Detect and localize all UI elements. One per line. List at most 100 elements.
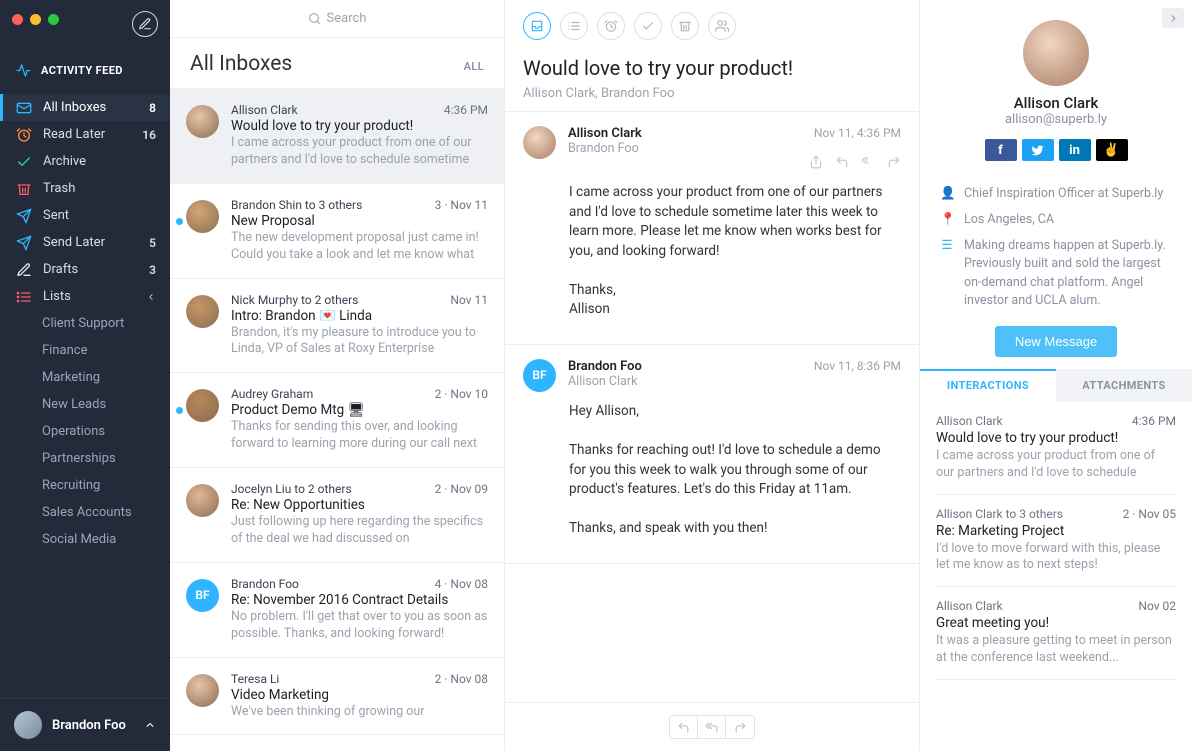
share-icon[interactable] <box>809 155 823 173</box>
reply-icon[interactable] <box>835 155 849 173</box>
pin-icon: 📍 <box>940 211 954 229</box>
threads-list[interactable]: Allison Clark4:36 PMWould love to try yo… <box>170 89 504 751</box>
activity-feed-link[interactable]: ACTIVITY FEED <box>0 35 170 94</box>
interaction-item[interactable]: Allison Clark4:36 PMWould love to try yo… <box>936 402 1176 495</box>
mail-icon <box>16 100 32 116</box>
angel-icon[interactable]: ✌ <box>1096 139 1128 161</box>
close-icon[interactable] <box>12 14 23 25</box>
reply-all-icon[interactable] <box>861 155 875 173</box>
list-partnerships[interactable]: Partnerships <box>0 445 170 472</box>
clock-icon <box>16 127 32 143</box>
list-finance[interactable]: Finance <box>0 337 170 364</box>
people-icon[interactable] <box>708 12 736 40</box>
message-item: BFBrandon FooAllison ClarkNov 11, 8:36 P… <box>505 345 919 564</box>
avatar <box>186 389 219 422</box>
tab-attachments[interactable]: ATTACHMENTS <box>1056 369 1192 402</box>
contact-email: allison@superb.ly <box>936 112 1176 127</box>
nav-read-later[interactable]: Read Later16 <box>0 121 170 148</box>
inbox-list-pane: Search All Inboxes ALL Allison Clark4:36… <box>170 0 505 751</box>
thread-item[interactable]: Allison Clark4:36 PMWould love to try yo… <box>170 89 504 184</box>
nav-all-inboxes[interactable]: All Inboxes8 <box>0 94 170 121</box>
trash-icon[interactable] <box>671 12 699 40</box>
check-icon <box>16 154 32 170</box>
contact-tabs: INTERACTIONS ATTACHMENTS <box>920 369 1192 402</box>
message-pane: Would love to try your product! Allison … <box>505 0 920 751</box>
interaction-item[interactable]: Allison ClarkNov 02Great meeting you!It … <box>936 587 1176 680</box>
list-social-media[interactable]: Social Media <box>0 526 170 553</box>
nav-sent[interactable]: Sent <box>0 202 170 229</box>
inbox-icon[interactable] <box>523 12 551 40</box>
list-marketing[interactable]: Marketing <box>0 364 170 391</box>
avatar: BF <box>523 359 556 392</box>
list-recruiting[interactable]: Recruiting <box>0 472 170 499</box>
nav-trash[interactable]: Trash <box>0 175 170 202</box>
reply-all-icon[interactable] <box>698 716 726 738</box>
interaction-item[interactable]: Allison Clark to 3 others2 · Nov 05Re: M… <box>936 495 1176 588</box>
avatar <box>186 200 219 233</box>
thread-item[interactable]: Teresa Li2 · Nov 08Video MarketingWe've … <box>170 658 504 736</box>
nav-list: All Inboxes8Read Later16ArchiveTrashSent… <box>0 94 170 310</box>
contact-profile: Allison Clark allison@superb.ly f in ✌ <box>920 0 1192 181</box>
zoom-icon[interactable] <box>48 14 59 25</box>
trash-icon <box>16 181 32 197</box>
message-participants: Allison Clark, Brandon Foo <box>523 86 901 101</box>
contact-bio-line: ☰Making dreams happen at Superb.ly. Prev… <box>920 233 1192 314</box>
thread-item[interactable]: Brandon Shin to 3 others3 · Nov 11New Pr… <box>170 184 504 279</box>
forward-icon[interactable] <box>887 155 901 173</box>
reply-icon[interactable] <box>670 716 698 738</box>
reply-bar <box>505 702 919 751</box>
user-avatar <box>14 711 42 739</box>
compose-button[interactable] <box>132 11 158 37</box>
facebook-icon[interactable]: f <box>985 139 1017 161</box>
message-item: Allison ClarkBrandon FooNov 11, 4:36 PMI… <box>505 112 919 345</box>
thread-item[interactable]: Audrey Graham2 · Nov 10Product Demo Mtg … <box>170 373 504 468</box>
twitter-icon[interactable] <box>1022 139 1054 161</box>
forward-icon[interactable] <box>726 716 754 738</box>
contact-name: Allison Clark <box>936 94 1176 112</box>
new-message-button[interactable]: New Message <box>995 326 1117 357</box>
social-links: f in ✌ <box>936 139 1176 161</box>
list-client-support[interactable]: Client Support <box>0 310 170 337</box>
search-input[interactable]: Search <box>170 0 504 38</box>
message-header: Would love to try your product! Allison … <box>505 52 919 112</box>
thread-item[interactable]: Nick Murphy to 2 othersNov 11Intro: Bran… <box>170 279 504 374</box>
thread-item[interactable]: BFBrandon Foo4 · Nov 08Re: November 2016… <box>170 563 504 658</box>
nav-send-later[interactable]: Send Later5 <box>0 229 170 256</box>
list-header: All Inboxes ALL <box>170 38 504 89</box>
minimize-icon[interactable] <box>30 14 41 25</box>
check-icon[interactable] <box>634 12 662 40</box>
avatar: BF <box>186 579 219 612</box>
filter-all[interactable]: ALL <box>464 60 484 73</box>
avatar <box>186 484 219 517</box>
avatar <box>186 295 219 328</box>
messages-list[interactable]: Allison ClarkBrandon FooNov 11, 4:36 PMI… <box>505 112 919 702</box>
list-sales-accounts[interactable]: Sales Accounts <box>0 499 170 526</box>
message-subject: Would love to try your product! <box>523 56 901 80</box>
nav-archive[interactable]: Archive <box>0 148 170 175</box>
nav-lists[interactable]: Lists <box>0 283 170 310</box>
list-title: All Inboxes <box>190 52 292 76</box>
user-name: Brandon Foo <box>52 718 126 733</box>
lists-icon <box>16 289 32 305</box>
send-icon <box>16 235 32 251</box>
list-icon[interactable] <box>560 12 588 40</box>
thread-item[interactable]: Jocelyn Liu to 2 others2 · Nov 09Re: New… <box>170 468 504 563</box>
message-toolbar <box>505 0 919 52</box>
avatar <box>186 105 219 138</box>
activity-feed-label: ACTIVITY FEED <box>41 64 123 77</box>
collapse-button[interactable] <box>1162 8 1184 28</box>
nav-drafts[interactable]: Drafts3 <box>0 256 170 283</box>
snooze-icon[interactable] <box>597 12 625 40</box>
list-operations[interactable]: Operations <box>0 418 170 445</box>
person-icon: 👤 <box>940 185 954 203</box>
interactions-list[interactable]: Allison Clark4:36 PMWould love to try yo… <box>920 402 1192 680</box>
tab-interactions[interactable]: INTERACTIONS <box>920 369 1056 402</box>
draft-icon <box>16 262 32 278</box>
text-icon: ☰ <box>940 237 954 310</box>
list-new-leads[interactable]: New Leads <box>0 391 170 418</box>
sidebar: ACTIVITY FEED All Inboxes8Read Later16Ar… <box>0 0 170 751</box>
user-footer[interactable]: Brandon Foo <box>0 698 170 751</box>
contact-pane: Allison Clark allison@superb.ly f in ✌ 👤… <box>920 0 1192 751</box>
linkedin-icon[interactable]: in <box>1059 139 1091 161</box>
search-placeholder: Search <box>327 11 367 26</box>
